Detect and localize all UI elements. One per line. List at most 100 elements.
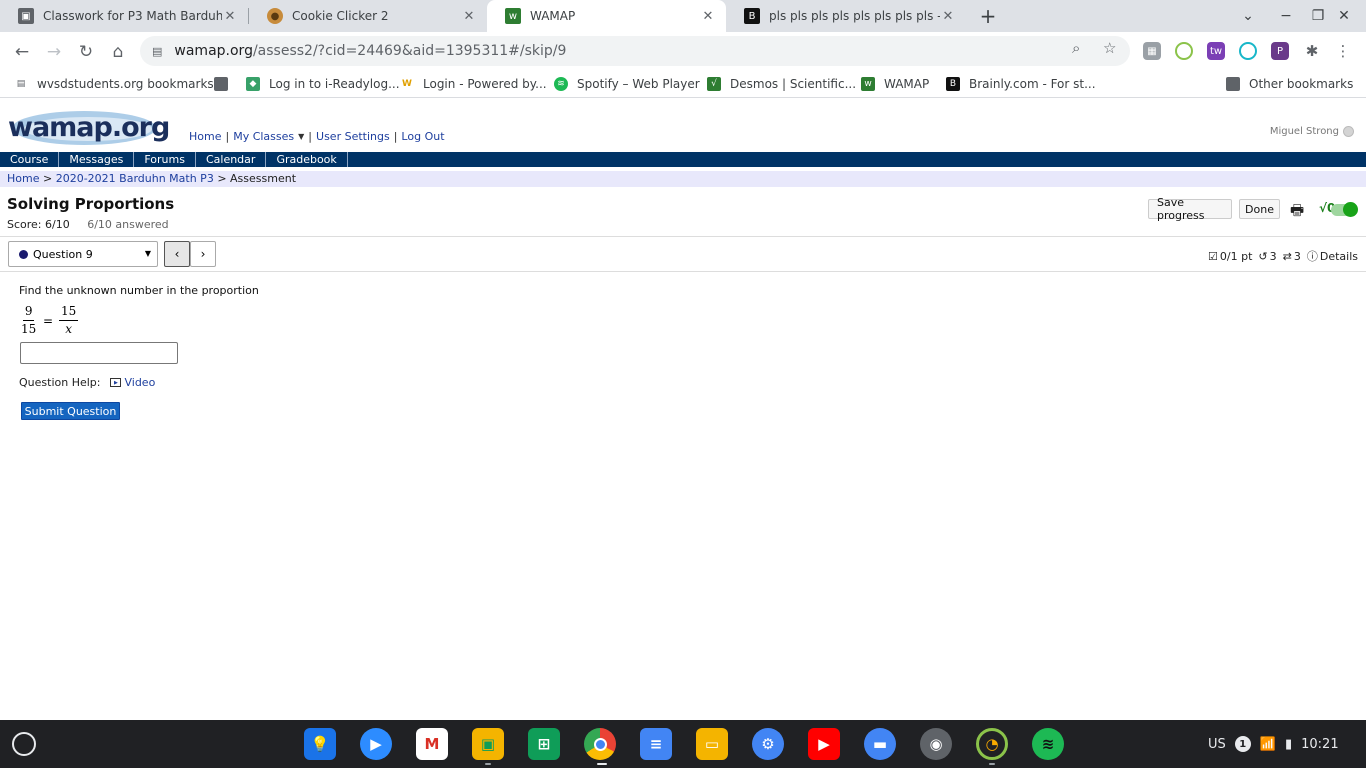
page-title: Solving Proportions bbox=[7, 195, 175, 213]
caret-down-icon: ▼ bbox=[144, 249, 151, 258]
wamap-icon: w bbox=[505, 8, 521, 24]
brainly-icon: B bbox=[744, 8, 760, 24]
score-line: Score: 6/10 6/10 answered bbox=[7, 218, 169, 231]
cookie-icon: ● bbox=[267, 8, 283, 24]
nav-home-link[interactable]: Home bbox=[189, 130, 221, 143]
other-bookmarks[interactable]: Other bookmarks bbox=[1226, 75, 1353, 93]
iready-icon: ◆ bbox=[246, 77, 260, 91]
home-icon[interactable]: ⌂ bbox=[107, 41, 129, 63]
retries-value: 3 bbox=[1269, 249, 1277, 263]
system-tray[interactable]: US 1 📶 ▮ 10:21 bbox=[1208, 732, 1339, 756]
puzzle-icon[interactable]: ✱ bbox=[1303, 42, 1321, 60]
spotify-app-icon[interactable]: ≋ bbox=[1032, 728, 1064, 760]
nav-separator: | bbox=[225, 130, 230, 143]
launcher-icon[interactable] bbox=[12, 732, 36, 756]
bookmark-label: wvsdstudents.org bookmarks bbox=[37, 77, 214, 91]
camera-app-icon[interactable]: ◉ bbox=[920, 728, 952, 760]
save-progress-button[interactable]: Save progress bbox=[1148, 196, 1232, 222]
restore-icon[interactable]: ❐ bbox=[1308, 6, 1328, 26]
site-info-icon[interactable]: ▤ bbox=[152, 45, 162, 58]
main-nav-messages[interactable]: Messages bbox=[59, 152, 135, 167]
answered-count: 6/10 answered bbox=[87, 218, 169, 231]
tab-search-icon[interactable]: ⌄ bbox=[1238, 6, 1258, 26]
back-arrow-icon[interactable]: ← bbox=[11, 41, 33, 63]
video-icon: ▶ bbox=[110, 378, 122, 387]
bookmark-desmos[interactable]: √ Desmos | Scientific... bbox=[707, 75, 856, 93]
nav-my-classes-link[interactable]: My Classes bbox=[233, 130, 294, 143]
nav-user-settings-link[interactable]: User Settings bbox=[316, 130, 390, 143]
math-entry-toggle[interactable] bbox=[1331, 202, 1358, 217]
question-status-dot bbox=[19, 249, 28, 259]
close-window-icon[interactable]: ✕ bbox=[1334, 6, 1354, 26]
breadcrumb-home[interactable]: Home bbox=[7, 172, 39, 185]
left-fraction: 9 15 bbox=[21, 305, 36, 336]
done-button[interactable]: Done bbox=[1239, 199, 1280, 219]
slides-app-icon[interactable]: ▭ bbox=[696, 728, 728, 760]
bookmark-spotify[interactable]: ≋ Spotify – Web Player bbox=[554, 75, 700, 93]
menu-icon[interactable]: ⋮ bbox=[1334, 42, 1352, 60]
bookmark-wamap[interactable]: w WAMAP bbox=[861, 75, 929, 93]
minimize-icon[interactable]: − bbox=[1276, 6, 1296, 26]
youtube-app-icon[interactable]: ▶ bbox=[808, 728, 840, 760]
main-nav-course[interactable]: Course bbox=[0, 152, 60, 167]
caret-down-icon[interactable]: ▼ bbox=[298, 132, 304, 141]
sheets-app-icon[interactable]: ⊞ bbox=[528, 728, 560, 760]
bookmark-brainly[interactable]: B Brainly.com - For st... bbox=[946, 75, 1096, 93]
close-icon[interactable]: ✕ bbox=[700, 8, 716, 24]
zoom-app-icon[interactable]: ▶ bbox=[360, 728, 392, 760]
breadcrumb: Home > 2020-2021 Barduhn Math P3 > Asses… bbox=[0, 171, 1366, 187]
main-nav-gradebook[interactable]: Gradebook bbox=[266, 152, 348, 167]
answer-input[interactable] bbox=[20, 342, 178, 364]
address-bar[interactable]: ▤ wamap.org/assess2/?cid=24469&aid=13953… bbox=[140, 36, 1130, 66]
browser-toolbar: ← → ↻ ⌂ ▤ wamap.org/assess2/?cid=24469&a… bbox=[0, 32, 1366, 70]
classroom-app-icon[interactable]: ▣ bbox=[472, 728, 504, 760]
main-nav-bar: Course Messages Forums Calendar Gradeboo… bbox=[0, 152, 1366, 167]
tab-cookie-clicker[interactable]: ● Cookie Clicker 2 ✕ bbox=[249, 0, 487, 32]
user-avatar-icon[interactable] bbox=[1343, 126, 1354, 137]
reload-icon[interactable]: ↻ bbox=[75, 41, 97, 63]
gmail-app-icon[interactable]: M bbox=[416, 728, 448, 760]
print-icon[interactable]: 🖶 bbox=[1290, 200, 1304, 225]
details-button[interactable]: ⓘ Details bbox=[1307, 248, 1358, 264]
bookmark-login[interactable]: W Login - Powered by... bbox=[400, 75, 547, 93]
docs-app-icon[interactable]: ≡ bbox=[640, 728, 672, 760]
extension-icon[interactable] bbox=[1239, 42, 1257, 60]
new-tab-button[interactable]: + bbox=[976, 4, 1000, 28]
right-denominator: x bbox=[65, 322, 73, 336]
main-nav-forums[interactable]: Forums bbox=[134, 152, 196, 167]
wamap-logo[interactable]: wamap.org bbox=[6, 108, 170, 148]
bookmark-iready[interactable]: ◆ Log in to i-Readylog... bbox=[246, 75, 400, 93]
close-icon[interactable]: ✕ bbox=[940, 8, 956, 24]
screencast-app-icon[interactable]: ◔ bbox=[976, 728, 1008, 760]
video-help-link[interactable]: ▶ Video bbox=[110, 376, 155, 389]
extension-icon[interactable]: tw bbox=[1207, 42, 1225, 60]
question-select[interactable]: Question 9 ▼ bbox=[8, 241, 158, 267]
tab-wamap[interactable]: w WAMAP ✕ bbox=[487, 0, 726, 32]
bookmark-folder[interactable] bbox=[214, 75, 237, 93]
main-nav-calendar[interactable]: Calendar bbox=[196, 152, 267, 167]
checkbox-icon: ☑ bbox=[1208, 249, 1218, 263]
extension-icon[interactable] bbox=[1175, 42, 1193, 60]
nav-log-out-link[interactable]: Log Out bbox=[401, 130, 444, 143]
forward-arrow-icon[interactable]: → bbox=[43, 41, 65, 63]
close-icon[interactable]: ✕ bbox=[461, 8, 477, 24]
previous-question-button[interactable]: ‹ bbox=[164, 241, 190, 267]
keep-app-icon[interactable]: 💡 bbox=[304, 728, 336, 760]
zoom-icon[interactable]: ⌕ bbox=[1072, 39, 1080, 57]
extension-icon[interactable]: ▦ bbox=[1143, 42, 1161, 60]
tab-brainly[interactable]: B pls pls pls pls pls pls pls pls - ✕ bbox=[726, 0, 966, 32]
logo-text: wamap.org bbox=[8, 112, 170, 143]
retry-icon: ↺ bbox=[1258, 249, 1268, 263]
breadcrumb-course[interactable]: 2020-2021 Barduhn Math P3 bbox=[56, 172, 214, 185]
settings-app-icon[interactable]: ⚙ bbox=[752, 728, 784, 760]
bookmark-star-icon[interactable]: ☆ bbox=[1103, 39, 1116, 57]
os-shelf: 💡 ▶ M ▣ ⊞ ≡ ▭ ⚙ ▶ ▬ ◉ ◔ ≋ US 1 📶 ▮ 10:21 bbox=[0, 720, 1366, 768]
tab-classwork[interactable]: ▣ Classwork for P3 Math Barduhn ✕ bbox=[0, 0, 248, 32]
chrome-app-icon[interactable] bbox=[584, 728, 616, 760]
next-question-button[interactable]: › bbox=[190, 241, 216, 267]
files-app-icon[interactable]: ▬ bbox=[864, 728, 896, 760]
bookmark-folder[interactable]: ▤ wvsdstudents.org bookmarks bbox=[14, 75, 214, 93]
close-icon[interactable]: ✕ bbox=[222, 8, 238, 24]
extension-icon[interactable]: P bbox=[1271, 42, 1289, 60]
submit-question-button[interactable]: Submit Question bbox=[21, 402, 120, 420]
